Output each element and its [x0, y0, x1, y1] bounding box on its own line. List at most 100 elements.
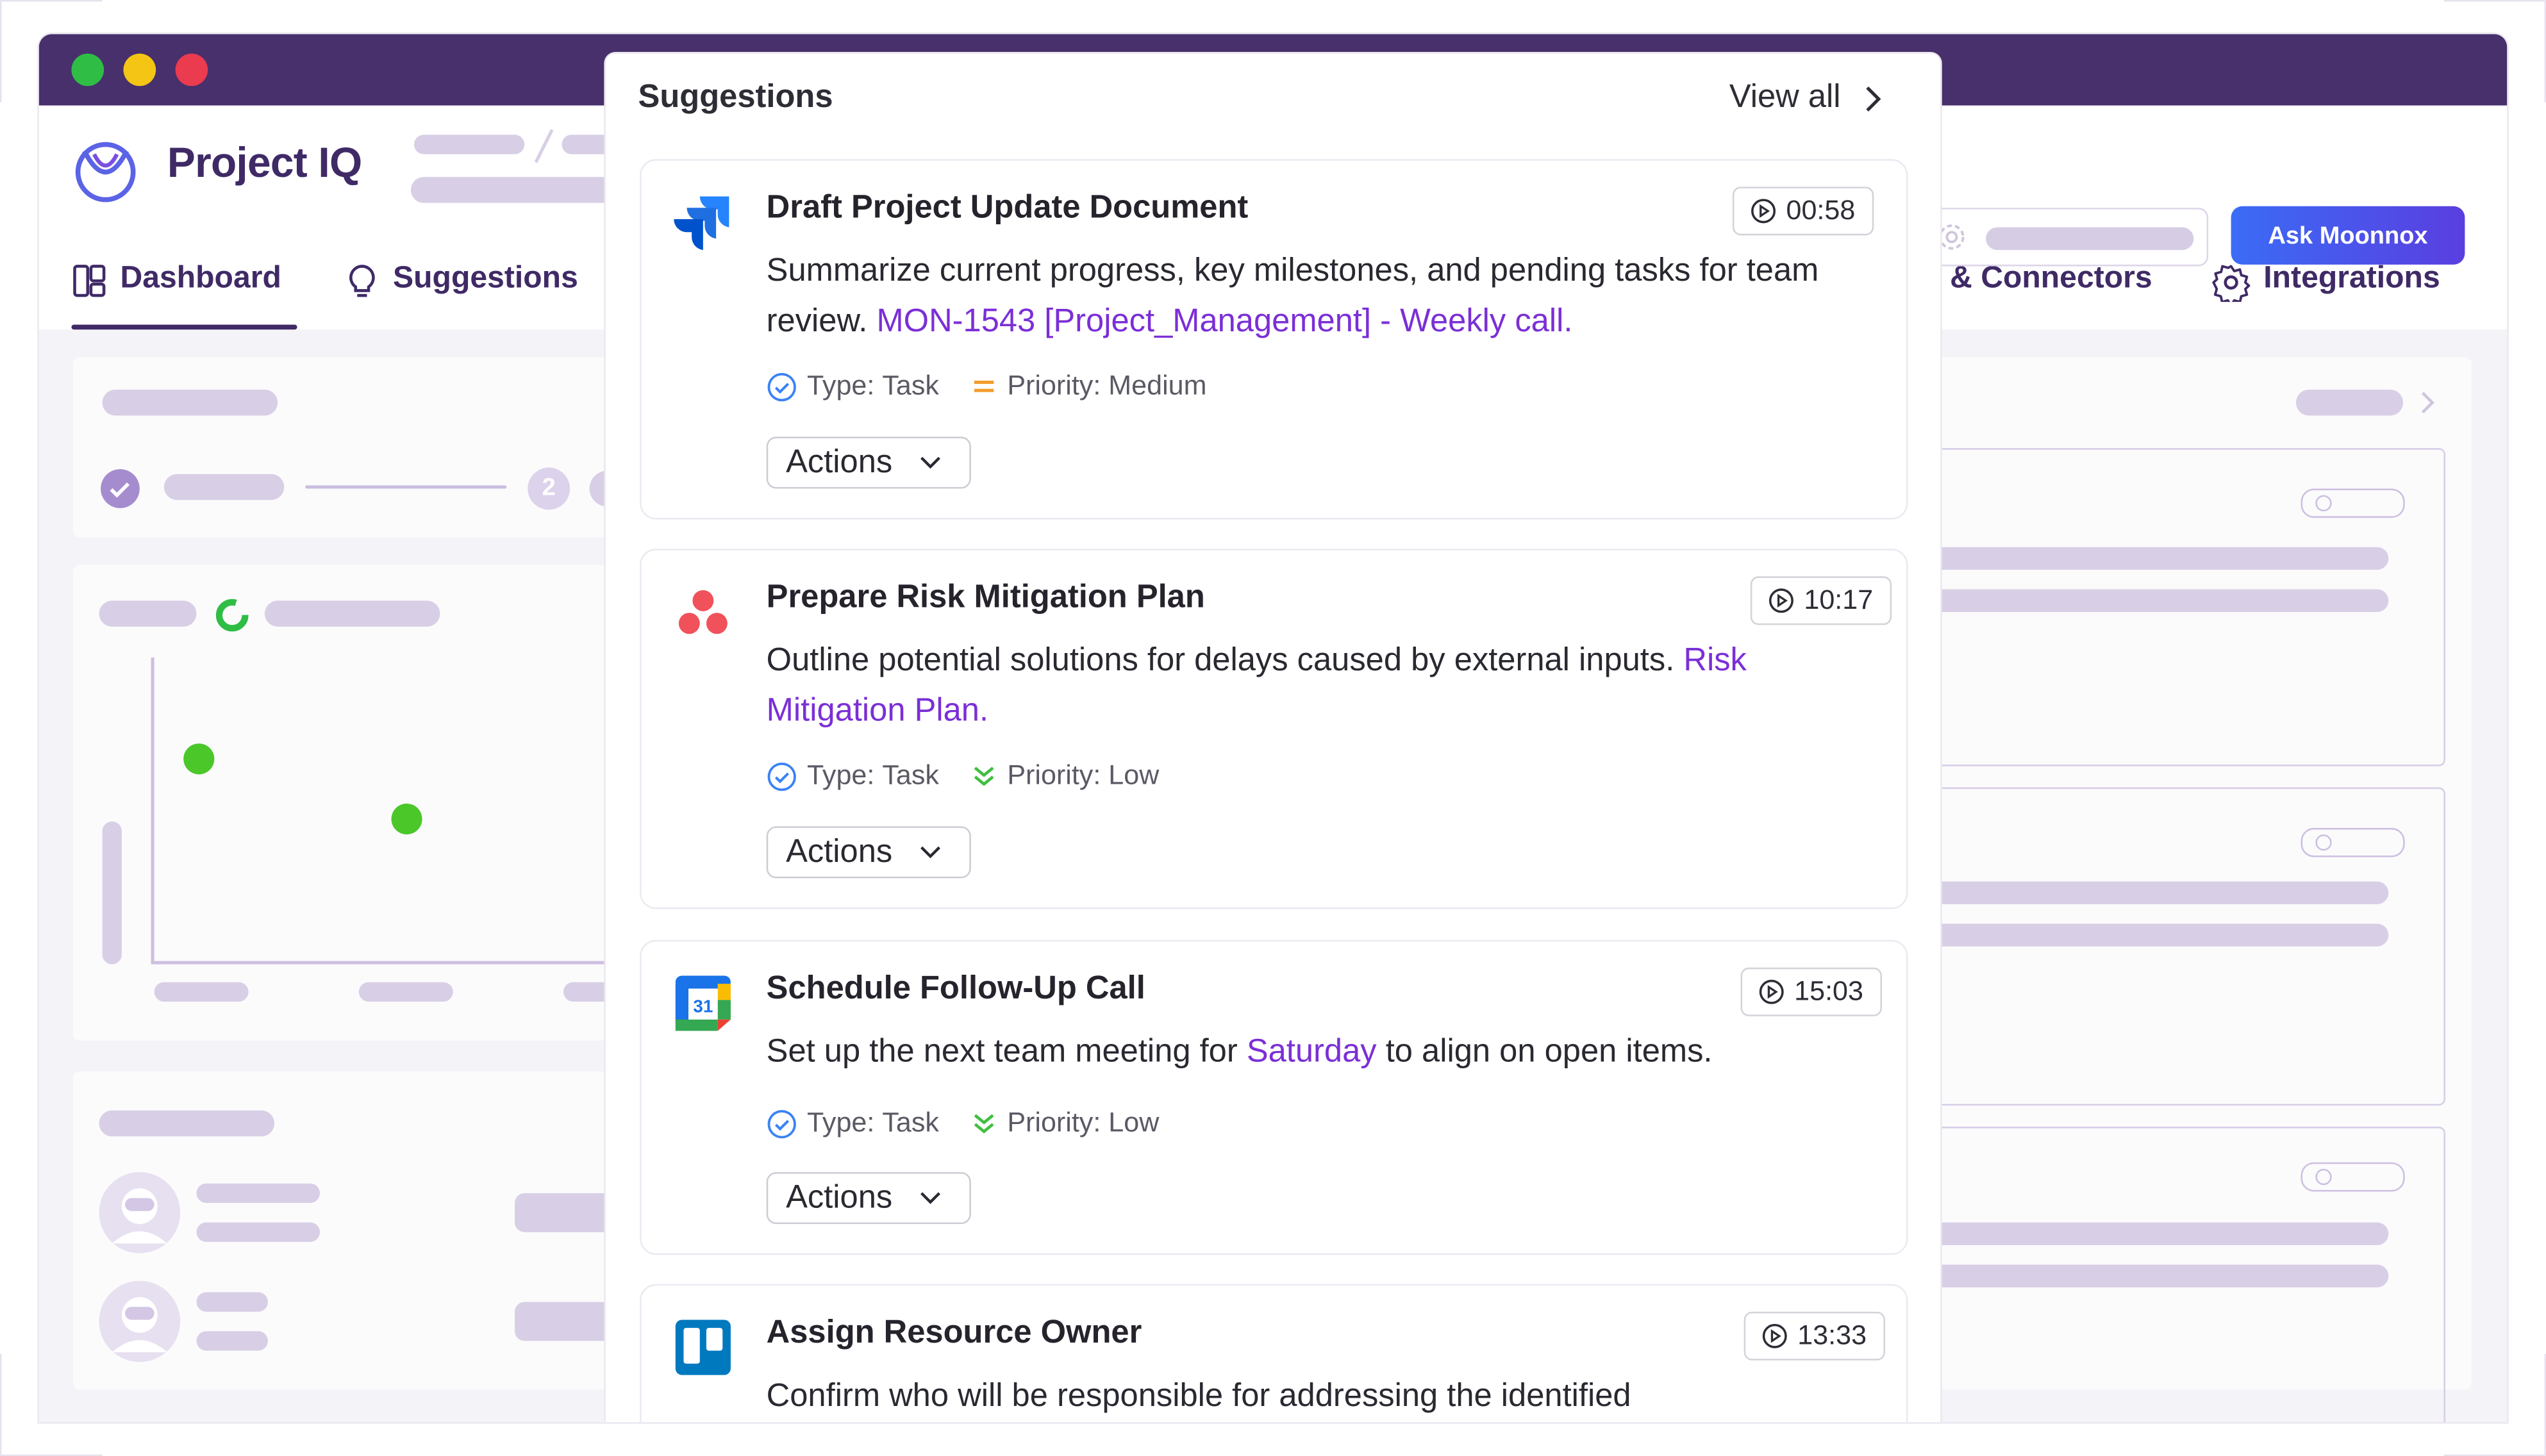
breadcrumb-placeholder	[410, 177, 622, 203]
breadcrumb-placeholder	[413, 135, 525, 154]
skeleton-bar	[99, 1110, 275, 1137]
duration-value: 10:17	[1804, 584, 1874, 616]
suggestion-title: Schedule Follow-Up Call	[766, 970, 1145, 1007]
chart-x-axis	[151, 961, 638, 964]
suggestions-panel-title: Suggestions	[638, 79, 833, 115]
dashboard-icon	[73, 265, 106, 297]
type-value: Task	[882, 1107, 939, 1138]
priority-indicator: Priority: Low	[972, 759, 1160, 793]
step-complete-check-icon	[101, 469, 140, 508]
type-indicator: Type: Task	[767, 1107, 939, 1140]
duration-badge: 13:33	[1743, 1311, 1885, 1361]
chevron-down-icon	[920, 1192, 940, 1204]
team-members-panel	[72, 1071, 629, 1390]
ask-moonnox-button[interactable]: Ask Moonnox	[2231, 206, 2465, 265]
asana-icon	[678, 590, 728, 634]
tab-integrations-label: Integrations	[2263, 261, 2440, 296]
date-link[interactable]: Saturday	[1247, 1034, 1377, 1070]
search-input[interactable]	[1919, 208, 2209, 267]
settings-icon	[1939, 224, 1965, 250]
play-circle-icon	[1751, 199, 1776, 224]
skeleton-bar	[2295, 389, 2404, 416]
skeleton-bar	[1911, 1264, 2389, 1287]
skeleton-bar	[1911, 881, 2389, 904]
check-circle-icon	[767, 761, 796, 791]
suggestion-meta: Type: Task Priority: Low	[767, 1107, 1192, 1140]
chevron-down-icon	[920, 846, 940, 859]
description-text: Outline potential solutions for delays c…	[766, 643, 1684, 679]
calendar-day-number: 31	[693, 996, 713, 1016]
priority-medium-icon	[974, 381, 995, 392]
skeleton-bar	[102, 389, 278, 416]
play-circle-icon	[1762, 1323, 1787, 1348]
suggestion-card[interactable]: Draft Project Update Document 00:58 Summ…	[640, 159, 1908, 520]
active-tab-indicator	[71, 324, 297, 330]
actions-dropdown-button[interactable]: Actions	[766, 826, 971, 879]
skeleton-bar	[99, 600, 197, 627]
duration-badge: 15:03	[1740, 967, 1881, 1016]
tab-suggestions[interactable]: Suggestions	[344, 261, 578, 326]
avatar-icon	[99, 1280, 181, 1362]
play-pill-icon	[2301, 827, 2405, 857]
type-label: Type:	[807, 370, 875, 401]
window-minimize-button[interactable]	[123, 53, 156, 87]
priority-indicator: Priority: Medium	[972, 370, 1206, 403]
suggestion-description: Set up the next team meeting for Saturda…	[767, 1028, 1881, 1079]
actions-label: Actions	[786, 833, 893, 870]
skeleton-card	[1910, 1127, 2445, 1423]
tab-connectors-label: n & Connectors	[1922, 261, 2152, 296]
chevron-right-icon	[1865, 85, 1881, 111]
type-value: Task	[882, 759, 939, 791]
play-circle-icon	[1768, 588, 1793, 613]
type-value: Task	[882, 370, 939, 401]
description-text: to align on open items.	[1376, 1034, 1713, 1070]
priority-label: Priority:	[1007, 759, 1101, 791]
scatter-chart-panel	[72, 565, 661, 1041]
type-label: Type:	[807, 1107, 875, 1138]
actions-label: Actions	[786, 443, 893, 480]
step-connector-line	[305, 485, 507, 489]
reference-link[interactable]: MON-1543 [Project_Management] - Weekly c…	[876, 304, 1572, 340]
check-circle-icon	[767, 1109, 796, 1138]
skeleton-bar	[196, 1331, 268, 1351]
tab-integrations[interactable]: Integrations	[2211, 261, 2440, 326]
skeleton-card	[1910, 448, 2445, 766]
window-maximize-button[interactable]	[71, 53, 104, 87]
suggestions-panel: Suggestions View all Draft Project Updat…	[605, 53, 1941, 1423]
actions-label: Actions	[786, 1179, 893, 1216]
app-brand-name: Project IQ	[167, 138, 362, 187]
tab-suggestions-label: Suggestions	[393, 261, 578, 296]
priority-value: Low	[1108, 759, 1160, 791]
suggestion-title: Assign Resource Owner	[766, 1314, 1142, 1351]
skeleton-tick-label	[154, 982, 249, 1002]
skeleton-card	[1910, 787, 2445, 1106]
description-text: Set up the next team meeting for	[766, 1034, 1247, 1070]
loading-ring-icon	[215, 599, 249, 632]
skeleton-tick-label	[358, 982, 453, 1002]
project-iq-logo-icon	[75, 142, 136, 203]
priority-low-icon	[974, 1114, 995, 1134]
actions-dropdown-button[interactable]: Actions	[766, 436, 971, 489]
suggestion-card[interactable]: Prepare Risk Mitigation Plan 10:17 Outli…	[640, 549, 1908, 909]
chart-point	[391, 803, 422, 835]
type-indicator: Type: Task	[767, 370, 939, 403]
tab-connectors[interactable]: n & Connectors	[1922, 261, 2152, 326]
play-pill-icon	[2301, 488, 2405, 518]
chevron-down-icon	[920, 456, 940, 469]
play-circle-icon	[1759, 979, 1784, 1004]
skeleton-bar	[163, 474, 285, 500]
suggestion-card[interactable]: Assign Resource Owner 13:33 Confirm who …	[640, 1284, 1908, 1423]
suggestion-title: Prepare Risk Mitigation Plan	[766, 579, 1205, 616]
view-all-link[interactable]: View all	[1729, 79, 1883, 117]
skeleton-bar	[1911, 547, 2389, 570]
suggestion-description: Summarize current progress, key mileston…	[767, 247, 1881, 347]
progress-steps-panel: 2	[72, 357, 626, 538]
window-close-button[interactable]	[175, 53, 208, 87]
breadcrumb-separator-icon	[534, 129, 554, 163]
tab-dashboard[interactable]: Dashboard	[71, 261, 281, 326]
priority-low-icon	[974, 766, 995, 786]
search-placeholder-bar	[1986, 227, 2194, 251]
suggestion-card[interactable]: 31 Schedule Follow-Up Call 15:03 Set up …	[640, 939, 1908, 1255]
actions-dropdown-button[interactable]: Actions	[766, 1171, 971, 1225]
gear-icon	[2212, 265, 2251, 302]
